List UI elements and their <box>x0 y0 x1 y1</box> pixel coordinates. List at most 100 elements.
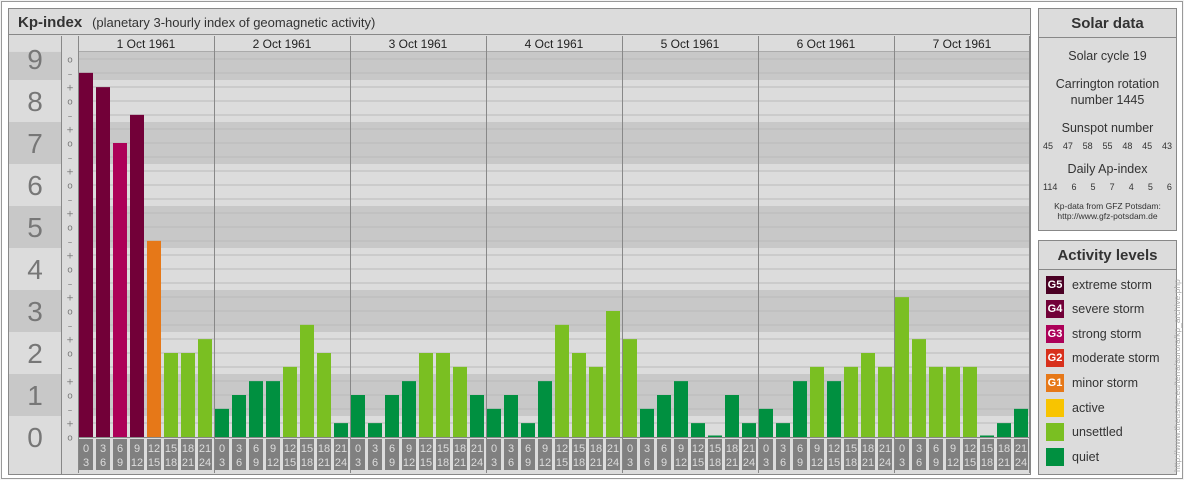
hour-start: 6 <box>117 443 123 455</box>
legend-swatch <box>1046 447 1064 466</box>
y-tick-label: 1 <box>27 380 43 411</box>
kp-bar <box>657 395 671 437</box>
kp-bar <box>623 339 637 437</box>
ap-value: 114 <box>1043 182 1058 192</box>
hour-start: 21 <box>607 443 619 455</box>
hour-start: 3 <box>916 443 922 455</box>
legend-swatch: G4 <box>1046 300 1064 319</box>
hour-end: 18 <box>165 457 177 469</box>
kp-bar <box>776 423 790 437</box>
hour-end: 15 <box>284 457 296 469</box>
hour-start: 9 <box>950 443 956 455</box>
hour-start: 3 <box>236 443 242 455</box>
hour-start: 6 <box>525 443 531 455</box>
kp-third-marker: – <box>68 322 73 332</box>
plot-band <box>78 51 1030 80</box>
hour-end: 12 <box>675 457 687 469</box>
y-tick-label: 6 <box>27 170 43 201</box>
kp-third-marker: o <box>67 182 73 192</box>
hour-start: 15 <box>709 443 721 455</box>
ap-value: 5 <box>1147 182 1153 192</box>
hour-end: 21 <box>998 457 1010 469</box>
kp-third-marker: o <box>67 56 73 66</box>
hour-start: 15 <box>301 443 313 455</box>
y-tick-label: 9 <box>27 44 43 75</box>
hour-end: 9 <box>389 457 395 469</box>
chart-title: Kp-index <box>18 14 83 31</box>
hour-end: 21 <box>318 457 330 469</box>
y-tick-label: 2 <box>27 338 43 369</box>
kp-bar <box>300 324 314 437</box>
kp-bar <box>895 297 909 437</box>
hour-end: 24 <box>879 457 891 469</box>
ap-value: 6 <box>1071 182 1077 192</box>
kp-third-marker: – <box>68 364 73 374</box>
hour-end: 15 <box>420 457 432 469</box>
kp-bar <box>504 395 518 437</box>
hour-start: 12 <box>964 443 976 455</box>
legend-label: quiet <box>1072 449 1100 464</box>
kp-bar <box>555 324 569 437</box>
ap-value: 4 <box>1128 182 1134 192</box>
ap-numbers: 114 6 5 7 4 5 6 <box>1039 182 1176 192</box>
kp-bar <box>844 366 858 437</box>
hour-end: 24 <box>335 457 347 469</box>
legend-label: strong storm <box>1072 326 1142 341</box>
kp-third-marker: – <box>68 154 73 164</box>
watermark: http://www.theusner.eu/terra/aurora/kp_a… <box>1172 279 1182 472</box>
hour-start: 6 <box>797 443 803 455</box>
sunspot-value: 45 <box>1142 141 1153 151</box>
kp-bar <box>436 353 450 437</box>
source-text: Kp-data from GFZ Potsdam: <box>1054 201 1161 211</box>
kp-bar <box>691 423 705 437</box>
hour-start: 18 <box>590 443 602 455</box>
hour-start: 18 <box>454 443 466 455</box>
hour-start: 18 <box>182 443 194 455</box>
hour-start: 0 <box>899 443 905 455</box>
kp-bar <box>334 423 348 437</box>
legend-item: quiet <box>1046 447 1099 466</box>
hour-start: 3 <box>508 443 514 455</box>
hour-end: 12 <box>131 457 143 469</box>
sunspot-value: 55 <box>1102 141 1113 151</box>
hour-end: 24 <box>743 457 755 469</box>
legend-swatch <box>1046 398 1064 417</box>
hour-end: 9 <box>797 457 803 469</box>
legend-label: minor storm <box>1072 375 1138 390</box>
hour-start: 6 <box>253 443 259 455</box>
kp-bar <box>419 353 433 437</box>
y-tick-label: 4 <box>27 254 43 285</box>
hour-end: 9 <box>661 457 667 469</box>
hour-start: 6 <box>933 443 939 455</box>
hour-end: 24 <box>471 457 483 469</box>
legend-item: unsettled <box>1046 423 1123 442</box>
hour-end: 6 <box>508 457 514 469</box>
hour-start: 0 <box>763 443 769 455</box>
kp-bar <box>708 435 722 437</box>
kp-third-marker: o <box>67 98 73 108</box>
kp-bar <box>521 423 535 437</box>
kp-third-marker: o <box>67 392 73 402</box>
hour-start: 3 <box>100 443 106 455</box>
y-tick-label: 7 <box>27 128 43 159</box>
kp-bar <box>912 339 926 437</box>
kp-bar <box>946 366 960 437</box>
hour-end: 9 <box>117 457 123 469</box>
hour-end: 9 <box>253 457 259 469</box>
hour-start: 21 <box>335 443 347 455</box>
kp-bar <box>861 353 875 437</box>
hour-end: 3 <box>763 457 769 469</box>
hour-end: 18 <box>573 457 585 469</box>
hour-start: 9 <box>134 443 140 455</box>
hour-end: 21 <box>862 457 874 469</box>
kp-bar <box>249 381 263 437</box>
hour-end: 6 <box>372 457 378 469</box>
hour-start: 18 <box>318 443 330 455</box>
hour-start: 0 <box>491 443 497 455</box>
day-label: 4 Oct 1961 <box>525 37 584 51</box>
source-link[interactable]: http://www.gfz-potsdam.de <box>1039 211 1176 221</box>
hour-start: 9 <box>542 443 548 455</box>
legend-item: G2 moderate storm <box>1046 349 1160 368</box>
kp-third-marker: o <box>67 308 73 318</box>
kp-bar <box>1014 408 1028 437</box>
